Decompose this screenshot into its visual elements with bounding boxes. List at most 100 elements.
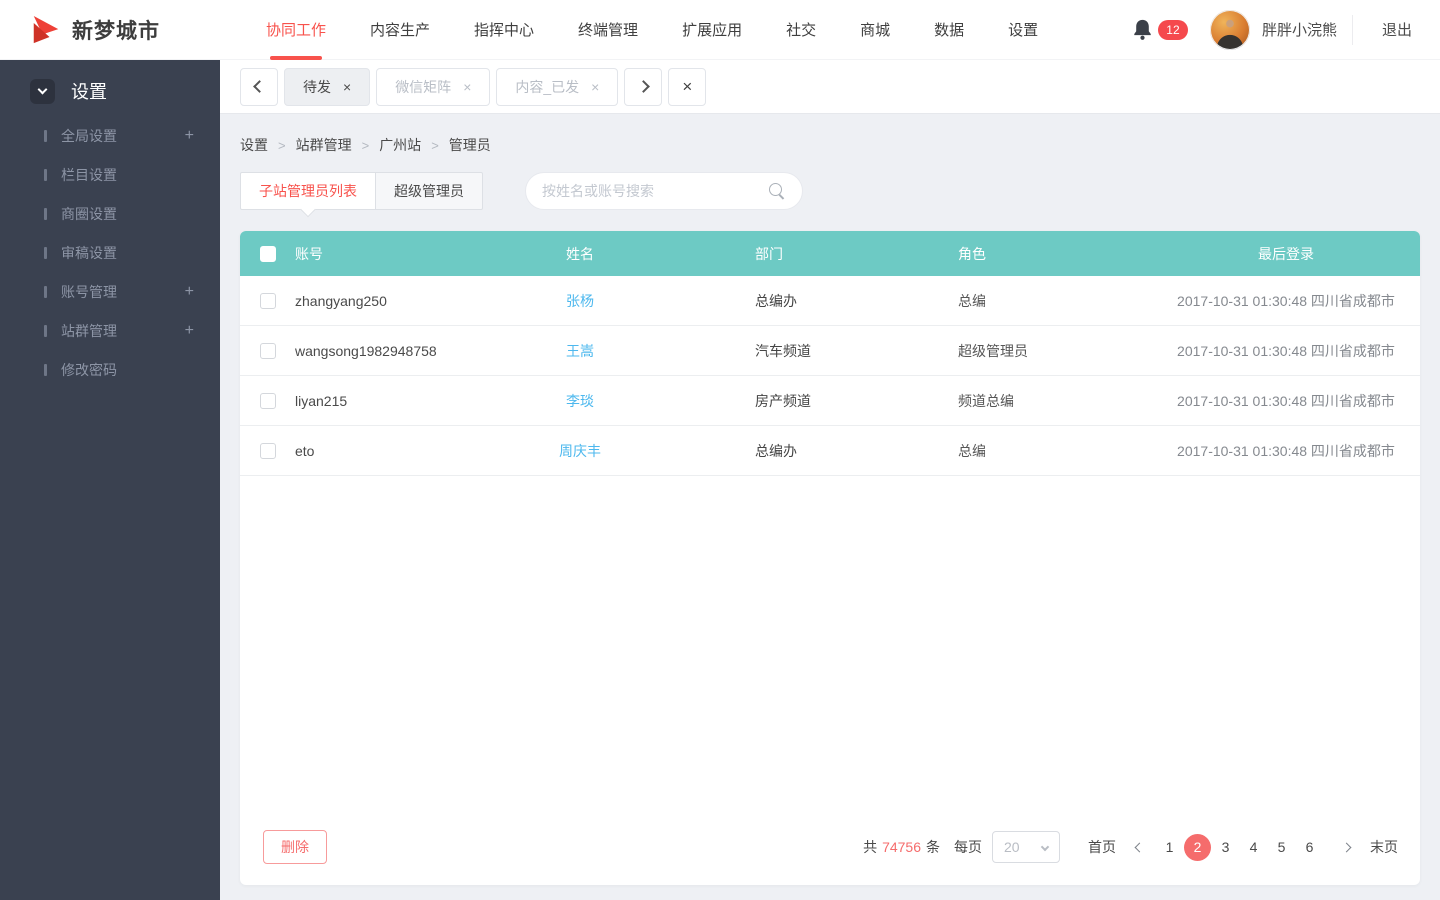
- table-header: 账号 姓名 部门 角色 最后登录: [240, 231, 1420, 276]
- topnav-item-mall[interactable]: 商城: [838, 0, 912, 60]
- sidebar-item-column-settings[interactable]: 栏目设置: [0, 155, 220, 194]
- table-row: wangsong1982948758 王嵩 汽车频道 超级管理员 2017-10…: [240, 326, 1420, 376]
- topbar-divider: [1351, 14, 1353, 45]
- search-icon[interactable]: [768, 182, 786, 200]
- table-row: liyan215 李琰 房产频道 频道总编 2017-10-31 01:30:4…: [240, 376, 1420, 426]
- sidebar-item-label: 审稿设置: [61, 244, 117, 261]
- chevron-left-icon: [1134, 842, 1145, 852]
- topnav-item-extensions[interactable]: 扩展应用: [660, 0, 764, 60]
- close-icon[interactable]: ×: [591, 79, 599, 95]
- bullet-icon: [44, 324, 47, 337]
- sidebar-item-label: 全局设置: [61, 127, 117, 144]
- notification-badge[interactable]: 12: [1157, 19, 1188, 40]
- tabs-scroll-left-button[interactable]: [240, 67, 278, 106]
- next-page-button[interactable]: [1341, 842, 1352, 852]
- expand-plus-icon[interactable]: +: [185, 283, 194, 301]
- bullet-icon: [44, 168, 47, 181]
- logout-button[interactable]: 退出: [1370, 19, 1424, 40]
- row-checkbox[interactable]: [260, 292, 276, 309]
- tab-subsite-admin-list[interactable]: 子站管理员列表: [240, 172, 376, 210]
- sidebar-item-account-management[interactable]: 账号管理 +: [0, 272, 220, 311]
- sidebar-item-district-settings[interactable]: 商圈设置: [0, 194, 220, 233]
- cell-last-login: 2017-10-31 01:30:48 四川省成都市: [1177, 442, 1395, 459]
- cell-account: eto: [295, 442, 315, 459]
- page-number-4[interactable]: 4: [1240, 834, 1267, 861]
- breadcrumb-separator: >: [278, 137, 286, 153]
- bullet-icon: [44, 246, 47, 259]
- tabs-scroll-right-button[interactable]: [624, 67, 663, 106]
- cell-name-link[interactable]: 张杨: [566, 293, 594, 309]
- sidebar-item-global-settings[interactable]: 全局设置 +: [0, 116, 220, 155]
- page-size-value: 20: [1004, 839, 1020, 855]
- toolbar: 子站管理员列表 超级管理员: [240, 172, 1420, 210]
- cell-department: 房产频道: [755, 392, 811, 409]
- cell-last-login: 2017-10-31 01:30:48 四川省成都市: [1177, 292, 1395, 309]
- brand-logo-icon: [33, 15, 59, 43]
- cell-department: 总编办: [755, 442, 797, 459]
- topnav-item-data[interactable]: 数据: [912, 0, 986, 60]
- cell-name-link[interactable]: 周庆丰: [559, 443, 601, 459]
- row-checkbox[interactable]: [260, 442, 276, 459]
- top-navigation: 协同工作 内容生产 指挥中心 终端管理 扩展应用 社交 商城 数据 设置: [244, 0, 1060, 60]
- topbar-right: 12 胖胖小浣熊 退出: [1132, 9, 1440, 50]
- avatar[interactable]: [1209, 9, 1250, 50]
- sidebar-collapse-button[interactable]: [30, 78, 55, 104]
- breadcrumb-item-sitegroup[interactable]: 站群管理: [296, 135, 352, 155]
- topnav-item-settings[interactable]: 设置: [986, 0, 1060, 60]
- tabs-close-all-button[interactable]: ×: [668, 67, 707, 106]
- delete-button[interactable]: 删除: [263, 830, 327, 864]
- open-tab-content-published[interactable]: 内容_已发 ×: [496, 67, 619, 106]
- sidebar-item-sitegroup-management[interactable]: 站群管理 +: [0, 311, 220, 350]
- breadcrumb-item-settings[interactable]: 设置: [240, 135, 268, 155]
- page-number-5[interactable]: 5: [1268, 834, 1295, 861]
- row-checkbox[interactable]: [260, 342, 276, 359]
- prev-page-button[interactable]: [1134, 842, 1145, 852]
- bullet-icon: [44, 207, 47, 220]
- column-header-department: 部门: [755, 245, 783, 262]
- total-count: 74756: [882, 839, 921, 855]
- first-page-button[interactable]: 首页: [1088, 837, 1116, 857]
- sidebar-item-change-password[interactable]: 修改密码: [0, 350, 220, 389]
- row-checkbox[interactable]: [260, 392, 276, 409]
- page-number-1[interactable]: 1: [1156, 834, 1183, 861]
- topbar: 新梦城市 协同工作 内容生产 指挥中心 终端管理 扩展应用 社交 商城 数据 设…: [0, 0, 1440, 60]
- topnav-item-collab[interactable]: 协同工作: [244, 0, 348, 60]
- select-all-checkbox[interactable]: [260, 245, 276, 262]
- admin-type-tabs: 子站管理员列表 超级管理员: [240, 172, 483, 210]
- table-row: eto 周庆丰 总编办 总编 2017-10-31 01:30:48 四川省成都…: [240, 426, 1420, 476]
- topnav-item-terminal[interactable]: 终端管理: [556, 0, 660, 60]
- close-icon[interactable]: ×: [343, 79, 351, 95]
- cell-last-login: 2017-10-31 01:30:48 四川省成都市: [1177, 392, 1395, 409]
- topnav-item-command[interactable]: 指挥中心: [452, 0, 556, 60]
- expand-plus-icon[interactable]: +: [185, 322, 194, 340]
- close-icon[interactable]: ×: [463, 79, 471, 95]
- topnav-item-content[interactable]: 内容生产: [348, 0, 452, 60]
- page-number-6[interactable]: 6: [1296, 834, 1323, 861]
- open-tabs-strip: 待发 × 微信矩阵 × 内容_已发 × ×: [220, 60, 1440, 114]
- cell-department: 汽车频道: [755, 342, 811, 359]
- search-input[interactable]: [542, 183, 768, 199]
- page-number-2[interactable]: 2: [1184, 833, 1211, 861]
- bullet-icon: [44, 129, 47, 142]
- page-number-3[interactable]: 3: [1212, 834, 1239, 861]
- open-tab-pending[interactable]: 待发 ×: [284, 67, 371, 106]
- column-header-last-login: 最后登录: [1258, 245, 1314, 262]
- cell-role: 总编: [958, 292, 986, 309]
- last-page-button[interactable]: 末页: [1370, 837, 1398, 857]
- cell-name-link[interactable]: 李琰: [566, 393, 594, 409]
- expand-plus-icon[interactable]: +: [185, 127, 194, 145]
- chevron-right-icon: [636, 80, 650, 93]
- breadcrumb-item-guangzhou[interactable]: 广州站: [379, 135, 421, 155]
- notification-area[interactable]: 12: [1132, 18, 1188, 41]
- bell-icon[interactable]: [1132, 18, 1153, 41]
- tab-super-admin[interactable]: 超级管理员: [376, 172, 483, 210]
- sidebar-item-review-settings[interactable]: 审稿设置: [0, 233, 220, 272]
- cell-role: 超级管理员: [958, 342, 1028, 359]
- search-box[interactable]: [525, 172, 803, 210]
- open-tab-wechat-matrix[interactable]: 微信矩阵 ×: [376, 67, 491, 106]
- page-size-select[interactable]: 20: [992, 831, 1060, 863]
- cell-name-link[interactable]: 王嵩: [566, 343, 594, 359]
- topnav-item-social[interactable]: 社交: [764, 0, 838, 60]
- chevron-right-icon: [1341, 842, 1352, 852]
- cell-account: zhangyang250: [295, 292, 387, 309]
